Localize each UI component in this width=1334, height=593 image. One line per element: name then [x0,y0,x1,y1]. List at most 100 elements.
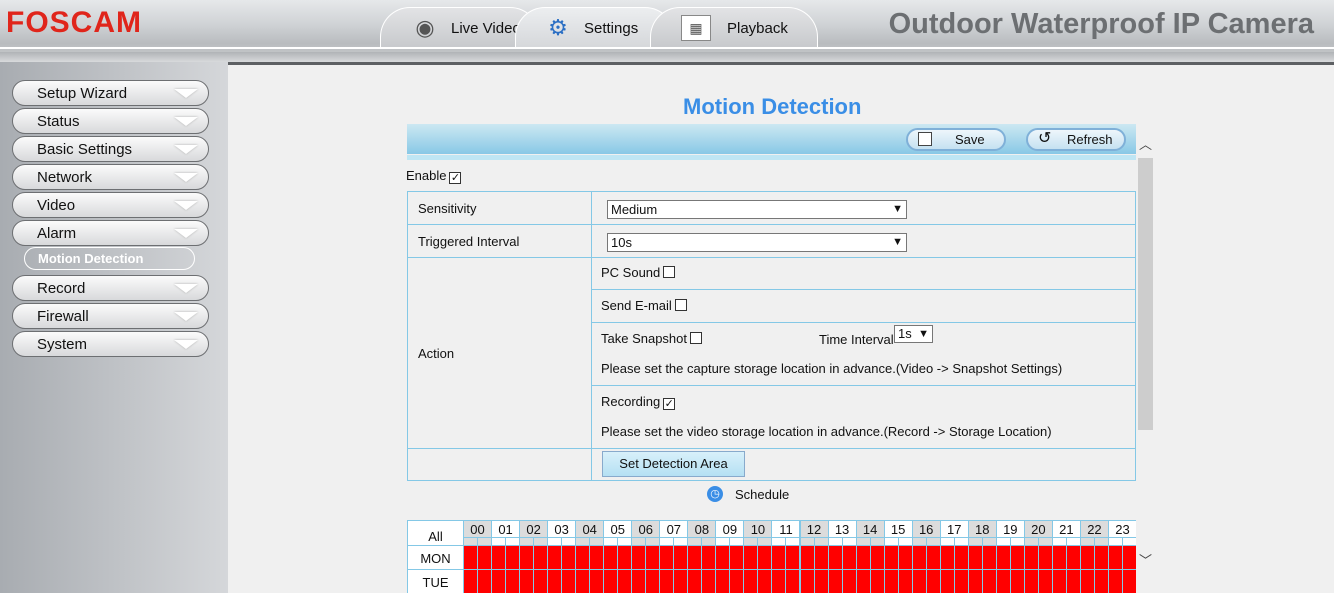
schedule-slot[interactable] [505,569,521,593]
schedule-slot[interactable] [477,545,493,570]
sidebar-item-record[interactable]: Record [12,275,209,301]
schedule-slot[interactable] [911,569,927,593]
save-button[interactable]: Save [906,128,1006,151]
schedule-slot[interactable] [519,569,535,593]
hour-header[interactable]: 21 [1051,520,1081,538]
schedule-slot[interactable] [883,545,899,570]
schedule-slot[interactable] [715,569,731,593]
schedule-slot[interactable] [939,569,955,593]
schedule-slot[interactable] [799,545,815,570]
schedule-slot[interactable] [603,569,619,593]
schedule-slot[interactable] [841,569,857,593]
schedule-slot[interactable] [1009,545,1025,570]
schedule-slot[interactable] [1107,569,1123,593]
hour-header[interactable]: 12 [799,520,829,538]
schedule-slot[interactable] [1051,569,1067,593]
schedule-slot[interactable] [673,569,689,593]
schedule-slot[interactable] [687,569,703,593]
schedule-slot[interactable] [463,545,479,570]
schedule-slot[interactable] [533,545,549,570]
sidebar-item-basic-settings[interactable]: Basic Settings [12,136,209,162]
set-detection-area-button[interactable]: Set Detection Area [602,451,745,477]
schedule-slot[interactable] [533,569,549,593]
hour-header[interactable]: 05 [603,520,633,538]
schedule-slot[interactable] [729,545,745,570]
schedule-slot[interactable] [715,545,731,570]
schedule-slot[interactable] [953,545,969,570]
hour-header[interactable]: 15 [883,520,913,538]
schedule-slot[interactable] [589,545,605,570]
sidebar-subitem-motion-detection[interactable]: Motion Detection [24,247,195,270]
sensitivity-select[interactable]: Medium ▼ [607,200,907,219]
schedule-slot[interactable] [967,569,983,593]
sidebar-item-firewall[interactable]: Firewall [12,303,209,329]
day-label[interactable]: MON [407,545,464,570]
schedule-slot[interactable] [491,545,507,570]
schedule-slot[interactable] [645,569,661,593]
schedule-slot[interactable] [701,545,717,570]
hour-header[interactable]: 06 [631,520,661,538]
schedule-slot[interactable] [953,569,969,593]
schedule-slot[interactable] [925,545,941,570]
hour-header[interactable]: 18 [967,520,997,538]
schedule-slot[interactable] [575,545,591,570]
schedule-slot[interactable] [561,545,577,570]
schedule-slot[interactable] [1051,545,1067,570]
schedule-slot[interactable] [743,545,759,570]
schedule-slot[interactable] [701,569,717,593]
send-email-checkbox[interactable] [674,299,687,311]
enable-checkbox[interactable]: ✓ [449,172,462,184]
hour-header[interactable]: 08 [687,520,717,538]
schedule-slot[interactable] [813,569,829,593]
schedule-slot[interactable] [911,545,927,570]
hour-header[interactable]: 19 [995,520,1025,538]
schedule-slot[interactable] [617,569,633,593]
schedule-slot[interactable] [1037,569,1053,593]
schedule-slot[interactable] [589,569,605,593]
scrollbar[interactable] [1138,158,1153,430]
schedule-slot[interactable] [841,545,857,570]
hour-header[interactable]: 10 [743,520,773,538]
recording-checkbox[interactable]: ✓ [663,398,676,410]
hour-header[interactable]: 22 [1079,520,1109,538]
schedule-slot[interactable] [1079,569,1095,593]
tab-playback[interactable]: ▦ Playback [650,7,818,48]
schedule-slot[interactable] [981,569,997,593]
hour-header[interactable]: 23 [1107,520,1136,538]
pc-sound-checkbox[interactable] [663,266,676,278]
schedule-slot[interactable] [771,569,787,593]
schedule-slot[interactable] [1065,545,1081,570]
sidebar-item-setup-wizard[interactable]: Setup Wizard [12,80,209,106]
interval-select[interactable]: 10s ▼ [607,233,907,252]
schedule-slot[interactable] [463,569,479,593]
sidebar-item-status[interactable]: Status [12,108,209,134]
sidebar-item-video[interactable]: Video [12,192,209,218]
time-interval-select[interactable]: 1s ▼ [894,325,933,343]
schedule-slot[interactable] [547,569,563,593]
schedule-slot[interactable] [785,569,801,593]
schedule-slot[interactable] [1037,545,1053,570]
hour-header[interactable]: 14 [855,520,885,538]
schedule-slot[interactable] [617,545,633,570]
hour-header[interactable]: 00 [463,520,493,538]
schedule-slot[interactable] [1065,569,1081,593]
schedule-slot[interactable] [1009,569,1025,593]
hour-header[interactable]: 17 [939,520,969,538]
schedule-slot[interactable] [813,545,829,570]
schedule-slot[interactable] [1121,569,1136,593]
schedule-slot[interactable] [939,545,955,570]
schedule-slot[interactable] [869,545,885,570]
hour-header[interactable]: 11 [771,520,801,538]
sidebar-item-network[interactable]: Network [12,164,209,190]
take-snapshot-checkbox[interactable] [690,332,703,344]
schedule-slot[interactable] [869,569,885,593]
scroll-down-icon[interactable]: ﹀ [1139,550,1152,569]
hour-header[interactable]: 03 [547,520,577,538]
hour-header[interactable]: 20 [1023,520,1053,538]
hour-header[interactable]: 16 [911,520,941,538]
schedule-slot[interactable] [995,569,1011,593]
schedule-slot[interactable] [995,545,1011,570]
schedule-slot[interactable] [757,569,773,593]
hour-header[interactable]: 02 [519,520,549,538]
schedule-slot[interactable] [855,569,871,593]
